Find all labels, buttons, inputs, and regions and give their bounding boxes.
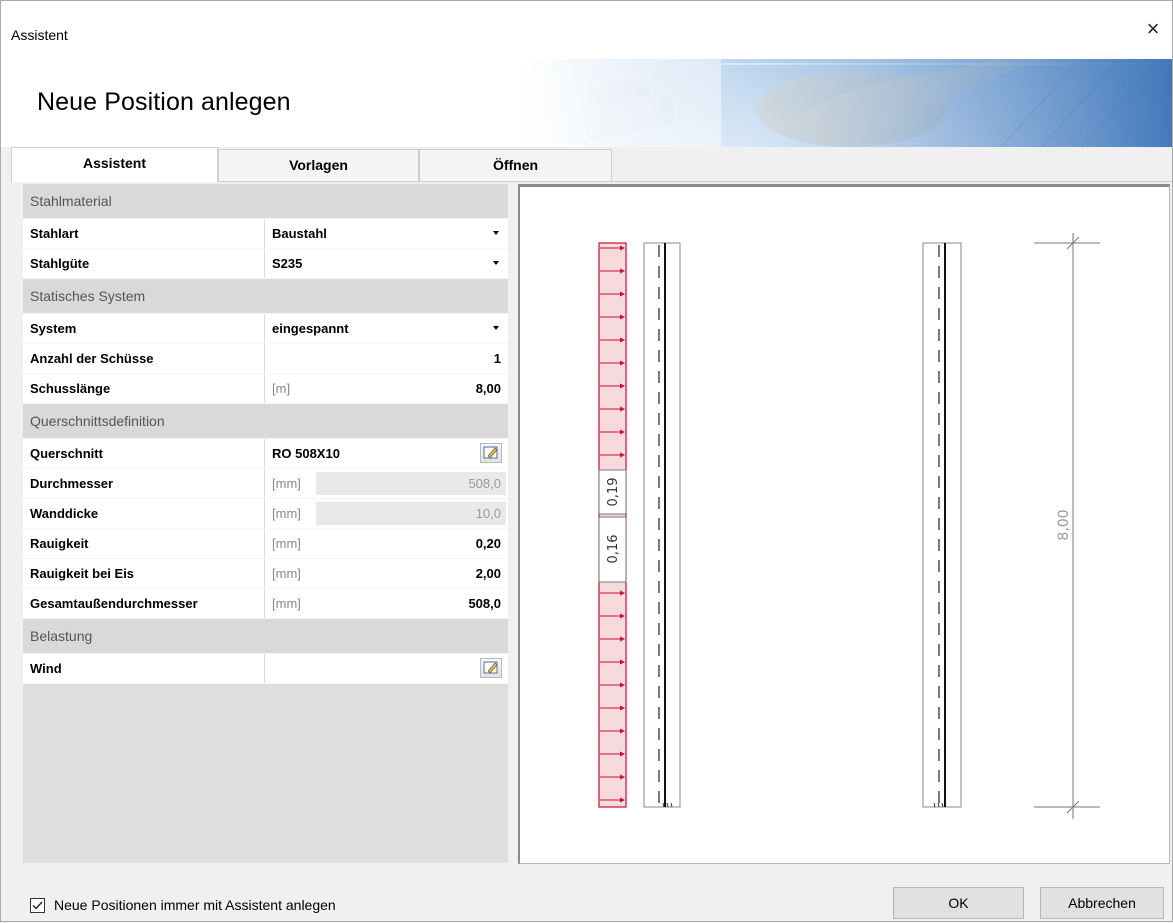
schusslaenge-field[interactable]: [m] 8,00 <box>264 374 508 403</box>
stahlguete-dropdown[interactable]: S235 <box>264 249 508 278</box>
field-value: 0,20 <box>475 536 501 551</box>
property-row-querschnitt[interactable]: Querschnitt RO 508X10 <box>23 439 508 469</box>
dropdown-value: S235 <box>272 256 303 271</box>
property-label: Stahlgüte <box>30 256 90 271</box>
column-drawing: 0,19 0,16 8,00 <box>598 233 1100 819</box>
checkbox-always-assistant[interactable] <box>30 898 45 913</box>
property-label: Schusslänge <box>30 381 111 396</box>
checkmark-icon <box>32 901 43 910</box>
chevron-down-icon[interactable] <box>493 261 499 265</box>
field-value: 8,00 <box>475 381 501 396</box>
edit-icon[interactable] <box>480 658 502 678</box>
field-value: 508,0 <box>468 476 501 491</box>
property-label: Durchmesser <box>30 476 114 491</box>
property-row-wanddicke: Wanddicke [mm] 10,0 <box>23 499 508 529</box>
window-title: Assistent <box>11 27 68 43</box>
property-row-rauigkeit[interactable]: Rauigkeit [mm] 0,20 <box>23 529 508 559</box>
tab-oeffnen[interactable]: Öffnen <box>419 149 612 181</box>
property-row-gesamtdurchmesser[interactable]: Gesamtaußendurchmesser [mm] 508,0 <box>23 589 508 619</box>
header-banner: Neue Position anlegen <box>1 59 1172 147</box>
property-label: Wind <box>30 661 62 676</box>
group-header-statisches-system: Statisches System <box>23 279 508 314</box>
rauigkeit-field[interactable]: [mm] 0,20 <box>264 529 508 558</box>
property-label: Rauigkeit bei Eis <box>30 566 135 581</box>
property-row-anzahl[interactable]: Anzahl der Schüsse 1 <box>23 344 508 374</box>
cancel-button[interactable]: Abbrechen <box>1040 887 1164 919</box>
property-label: Stahlart <box>30 226 79 241</box>
column-front-view <box>922 242 962 808</box>
property-row-stahlguete[interactable]: Stahlgüte S235 <box>23 249 508 279</box>
property-row-durchmesser: Durchmesser [mm] 508,0 <box>23 469 508 499</box>
tab-vorlagen[interactable]: Vorlagen <box>218 149 419 181</box>
page-title: Neue Position anlegen <box>37 88 291 116</box>
property-label: Gesamtaußendurchmesser <box>30 596 198 611</box>
unit-label: [mm] <box>272 536 301 551</box>
field-value: 10,0 <box>475 506 501 521</box>
title-bar: Assistent × <box>1 1 1172 59</box>
ok-button[interactable]: OK <box>893 887 1024 919</box>
stahlart-dropdown[interactable]: Baustahl <box>264 219 508 248</box>
column-side-view <box>643 242 681 808</box>
durchmesser-field: [mm] 508,0 <box>264 469 508 498</box>
height-label: 8,00 <box>1056 509 1072 540</box>
field-value: RO 508X10 <box>272 446 340 461</box>
checkbox-label[interactable]: Neue Positionen immer mit Assistent anle… <box>54 897 336 913</box>
tab-bar: Assistent Vorlagen Öffnen <box>11 147 1172 182</box>
unit-label: [m] <box>272 381 291 396</box>
dropdown-value: eingespannt <box>272 321 349 336</box>
property-grid: Stahlmaterial Stahlart Baustahl Stahlgüt… <box>23 184 508 863</box>
property-label: System <box>30 321 77 336</box>
property-label: Rauigkeit <box>30 536 89 551</box>
load-label-bottom: 0,16 <box>606 535 621 564</box>
querschnitt-field[interactable]: RO 508X10 <box>264 439 508 468</box>
property-row-stahlart[interactable]: Stahlart Baustahl <box>23 219 508 249</box>
property-label: Wanddicke <box>30 506 99 521</box>
preview-panel: 0,19 0,16 8,00 <box>518 184 1170 864</box>
field-value: 1 <box>493 351 501 366</box>
property-row-rauigkeit-eis[interactable]: Rauigkeit bei Eis [mm] 2,00 <box>23 559 508 589</box>
property-label: Querschnitt <box>30 446 103 461</box>
banner-image <box>521 59 1172 147</box>
wind-field[interactable] <box>264 654 508 683</box>
chevron-down-icon[interactable] <box>493 231 499 235</box>
wanddicke-field: [mm] 10,0 <box>264 499 508 528</box>
chevron-down-icon[interactable] <box>493 326 499 330</box>
dialog-window: Assistent × Neue Position anlegen Assist… <box>0 0 1173 922</box>
load-label-top: 0,19 <box>606 478 621 507</box>
group-header-querschnitt: Querschnittsdefinition <box>23 404 508 439</box>
field-value: 508,0 <box>468 596 501 611</box>
unit-label: [mm] <box>272 566 301 581</box>
dropdown-value: Baustahl <box>272 226 327 241</box>
dialog-footer: Neue Positionen immer mit Assistent anle… <box>1 879 1172 923</box>
gesamtdurchmesser-field[interactable]: [mm] 508,0 <box>264 589 508 618</box>
tab-assistent[interactable]: Assistent <box>11 147 218 182</box>
close-icon[interactable]: × <box>1142 18 1164 41</box>
unit-label: [mm] <box>272 506 301 521</box>
property-row-wind[interactable]: Wind <box>23 654 508 684</box>
edit-icon[interactable] <box>480 443 502 463</box>
property-row-system[interactable]: System eingespannt <box>23 314 508 344</box>
group-header-stahlmaterial: Stahlmaterial <box>23 184 508 219</box>
unit-label: [mm] <box>272 596 301 611</box>
rauigkeit-eis-field[interactable]: [mm] 2,00 <box>264 559 508 588</box>
field-value: 2,00 <box>475 566 501 581</box>
system-dropdown[interactable]: eingespannt <box>264 314 508 343</box>
anzahl-field[interactable]: 1 <box>264 344 508 373</box>
unit-label: [mm] <box>272 476 301 491</box>
property-label: Anzahl der Schüsse <box>30 351 154 366</box>
group-header-belastung: Belastung <box>23 619 508 654</box>
property-row-schusslaenge[interactable]: Schusslänge [m] 8,00 <box>23 374 508 404</box>
